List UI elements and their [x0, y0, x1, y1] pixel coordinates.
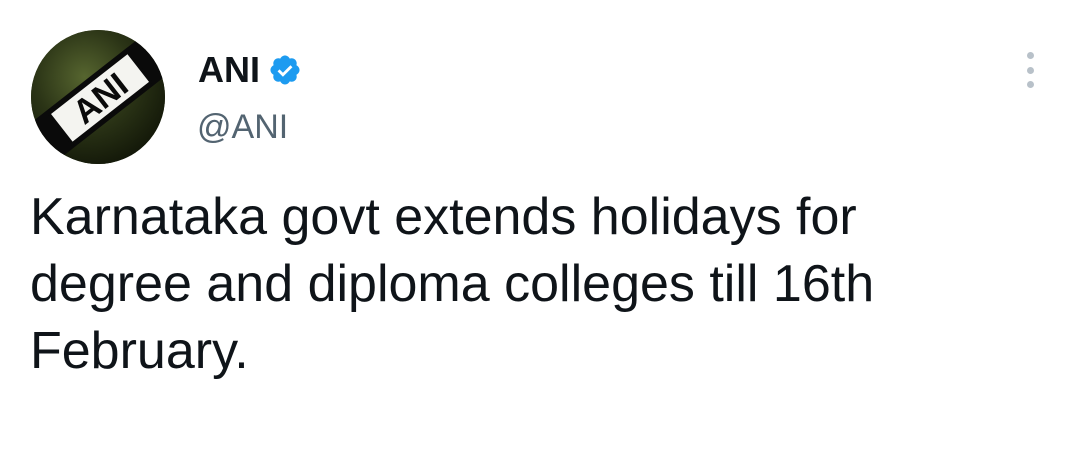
more-options-button[interactable]	[1018, 52, 1042, 88]
ani-logo-icon: ANI	[31, 30, 165, 164]
verified-badge-icon	[268, 53, 302, 87]
more-vertical-icon-dot	[1026, 66, 1034, 74]
more-vertical-icon-dot	[1026, 81, 1034, 88]
tweet-text: Karnataka govt extends holidays for degr…	[30, 188, 875, 380]
avatar[interactable]: ANI	[31, 30, 165, 164]
more-vertical-icon-dot	[1026, 52, 1034, 59]
author-handle[interactable]: @ANI	[197, 106, 288, 148]
author-name-row: ANI	[198, 48, 302, 92]
author-display-name[interactable]: ANI	[198, 48, 260, 92]
tweet-card: ANI ANI @ANI Karnataka govt extends holi…	[0, 0, 1080, 450]
